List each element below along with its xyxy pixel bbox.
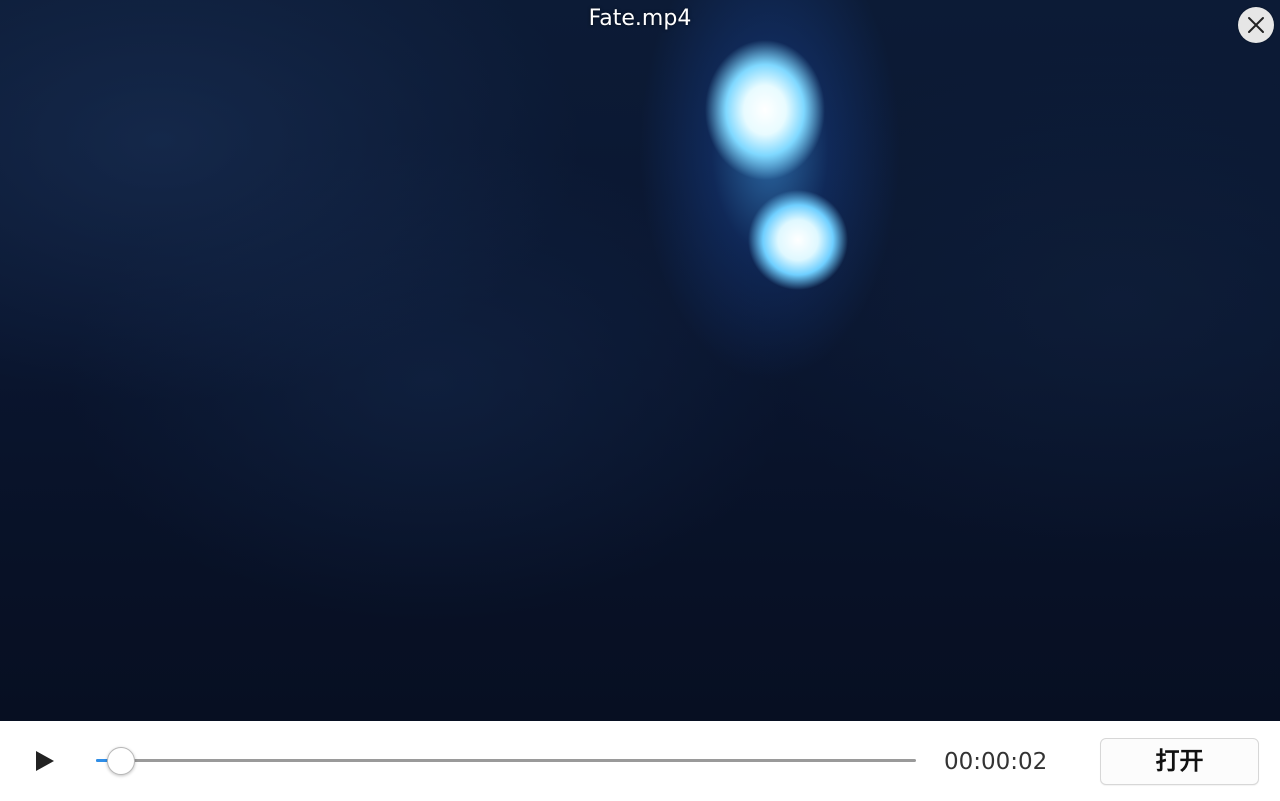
play-button[interactable] (26, 743, 62, 779)
title-bar: Fate.mp4 (0, 0, 1280, 44)
window-title: Fate.mp4 (588, 6, 692, 31)
open-button[interactable]: 打开 (1100, 738, 1259, 785)
progress-slider[interactable] (96, 747, 916, 775)
close-icon (1248, 17, 1264, 33)
progress-thumb[interactable] (107, 747, 135, 775)
play-icon (36, 751, 54, 771)
video-frame[interactable] (0, 0, 1280, 721)
video-player-window: Fate.mp4 00:00:02 打开 (0, 0, 1280, 801)
control-bar: 00:00:02 打开 (0, 721, 1280, 801)
progress-track (96, 759, 916, 762)
time-display: 00:00:02 (944, 749, 1048, 775)
close-button[interactable] (1238, 7, 1274, 43)
